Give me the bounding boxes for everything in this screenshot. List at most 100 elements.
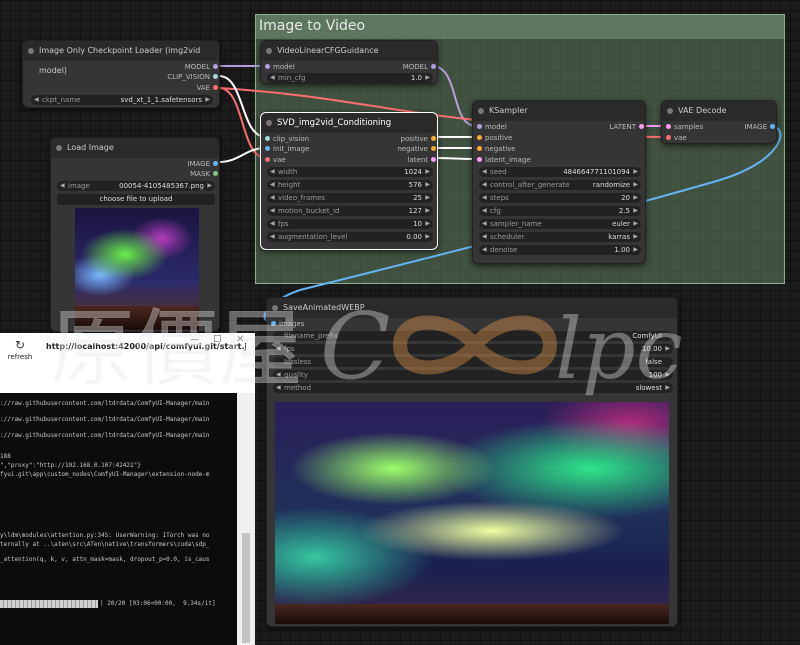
- browser-toolbar: ↻ refresh http://localhost:42000/api/com…: [0, 333, 255, 393]
- arrow-right-icon: ▶: [633, 233, 638, 240]
- node-title: VideoLinearCFGGuidance: [277, 46, 379, 55]
- output-positive[interactable]: positive: [401, 134, 436, 144]
- arrow-left-icon: ◀: [482, 207, 487, 214]
- console-line: ://raw.githubusercontent.com/ltdrdata/Co…: [0, 400, 210, 407]
- output-latent[interactable]: LATENT: [609, 122, 644, 132]
- arrow-left-icon: ◀: [482, 181, 487, 188]
- output-image[interactable]: IMAGE: [187, 159, 218, 169]
- output-model[interactable]: MODEL: [403, 62, 436, 72]
- arrow-left-icon: ◀: [270, 233, 275, 240]
- motion-bucket-number[interactable]: ◀ motion_bucket_id 127 ▶: [267, 206, 433, 216]
- cfg-number[interactable]: ◀ cfg 2.5 ▶: [479, 206, 641, 216]
- maximize-icon[interactable]: □: [213, 334, 222, 344]
- arrow-left-icon: ◀: [270, 181, 275, 188]
- node-load-image[interactable]: Load Image IMAGE MASK ◀ image 00054-410548…: [50, 137, 220, 332]
- arrow-right-icon: ▶: [425, 181, 430, 188]
- node-title: KSampler: [489, 106, 528, 115]
- input-init-image[interactable]: init_image: [265, 144, 309, 154]
- console-scrollbar[interactable]: [237, 393, 255, 645]
- console-output: ://raw.githubusercontent.com/ltdrdata/Co…: [0, 393, 237, 645]
- output-negative[interactable]: negative: [397, 144, 436, 154]
- arrow-left-icon: ◀: [482, 168, 487, 175]
- node-ksampler[interactable]: KSampler model positive negative latent_…: [472, 100, 646, 264]
- output-image[interactable]: IMAGE: [744, 122, 775, 132]
- progress-bar: [0, 600, 98, 608]
- node-save-animated-webp[interactable]: SaveAnimatedWEBP images filename_prefix C…: [266, 297, 678, 627]
- input-vae[interactable]: vae: [666, 133, 687, 143]
- augmentation-level-number[interactable]: ◀ augmentation_level 0.00 ▶: [267, 232, 433, 242]
- output-model[interactable]: MODEL: [185, 62, 218, 72]
- denoise-number[interactable]: ◀ denoise 1.00 ▶: [479, 245, 641, 255]
- scrollbar-thumb[interactable]: [242, 533, 250, 643]
- output-vae[interactable]: VAE: [196, 83, 218, 93]
- input-negative[interactable]: negative: [477, 144, 516, 154]
- input-samples[interactable]: samples: [666, 122, 703, 132]
- arrow-right-icon: ▶: [425, 194, 430, 201]
- fps-number[interactable]: ◀ fps 10.00 ▶: [273, 344, 673, 354]
- control-after-generate-combo[interactable]: ◀ control_after_generate randomize ▶: [479, 180, 641, 190]
- input-image-preview: [75, 208, 199, 330]
- node-title: Load Image: [67, 143, 114, 152]
- node-canvas[interactable]: Image to Video Image Only Checkpoint Loa…: [0, 0, 800, 645]
- input-images[interactable]: images: [271, 319, 304, 329]
- image-file-combo[interactable]: ◀ image 00054-4105485367.png ▶: [57, 181, 215, 191]
- input-model[interactable]: model: [265, 62, 295, 72]
- input-vae[interactable]: vae: [265, 155, 286, 165]
- console-line: _attention(q, k, v, attn_mask=mask, drop…: [0, 556, 210, 563]
- refresh-button[interactable]: ↻ refresh: [6, 337, 34, 361]
- arrow-right-icon: ▶: [207, 182, 212, 189]
- arrow-right-icon: ▶: [633, 220, 638, 227]
- input-clip-vision[interactable]: clip_vision: [265, 134, 309, 144]
- console-line: 188: [0, 453, 11, 460]
- width-number[interactable]: ◀ width 1024 ▶: [267, 167, 433, 177]
- arrow-right-icon: ▶: [665, 345, 670, 352]
- fps-number[interactable]: ◀ fps 10 ▶: [267, 219, 433, 229]
- arrow-right-icon: ▶: [665, 384, 670, 391]
- browser-window: ↻ refresh http://localhost:42000/api/com…: [0, 333, 255, 645]
- arrow-left-icon: ◀: [482, 233, 487, 240]
- output-clip-vision[interactable]: CLIP_VISION: [167, 72, 218, 82]
- node-svd-conditioning[interactable]: SVD_img2vid_Conditioning clip_vision ini…: [260, 112, 438, 250]
- arrow-right-icon: ▶: [425, 220, 430, 227]
- arrow-left-icon: ◀: [270, 207, 275, 214]
- arrow-right-icon: ▶: [425, 233, 430, 240]
- input-model[interactable]: model: [477, 122, 507, 132]
- refresh-icon: ↻: [14, 338, 26, 352]
- video-frames-number[interactable]: ◀ video_frames 25 ▶: [267, 193, 433, 203]
- input-latent-image[interactable]: latent_image: [477, 155, 531, 165]
- node-title: SVD_img2vid_Conditioning: [277, 118, 392, 128]
- arrow-right-icon: ▶: [425, 74, 430, 81]
- minimize-icon[interactable]: —: [190, 335, 199, 345]
- steps-number[interactable]: ◀ steps 20 ▶: [479, 193, 641, 203]
- min-cfg-number[interactable]: ◀ min_cfg 1.0 ▶: [267, 73, 433, 83]
- arrow-left-icon: ◀: [270, 74, 275, 81]
- progress-text: | 20/20 [03:06<00:00, 9.34s/it]: [100, 600, 216, 607]
- output-mask[interactable]: MASK: [190, 169, 218, 179]
- console-line: ","proxy":"http://192.168.0.107:42421"}: [0, 462, 141, 469]
- input-positive[interactable]: positive: [477, 133, 512, 143]
- upload-button[interactable]: choose file to upload: [57, 194, 215, 205]
- lossless-toggle[interactable]: lossless false: [273, 357, 673, 367]
- method-combo[interactable]: ◀ method slowest ▶: [273, 383, 673, 393]
- scheduler-combo[interactable]: ◀ scheduler karras ▶: [479, 232, 641, 242]
- node-vae-decode[interactable]: VAE Decode samples vae IMAGE: [661, 100, 777, 144]
- arrow-left-icon: ◀: [60, 182, 65, 189]
- node-cfg-guidance[interactable]: VideoLinearCFGGuidance model MODEL ◀ min_…: [260, 40, 438, 84]
- filename-prefix-text[interactable]: filename_prefix ComfyUI: [273, 331, 673, 341]
- arrow-left-icon: ◀: [482, 246, 487, 253]
- refresh-label: refresh: [7, 353, 33, 361]
- output-latent[interactable]: latent: [408, 155, 436, 165]
- sampler-name-combo[interactable]: ◀ sampler_name euler ▶: [479, 219, 641, 229]
- height-number[interactable]: ◀ height 576 ▶: [267, 180, 433, 190]
- arrow-right-icon: ▶: [425, 207, 430, 214]
- quality-number[interactable]: ◀ quality 100 ▶: [273, 370, 673, 380]
- seed-number[interactable]: ◀ seed 484664771101094 ▶: [479, 167, 641, 177]
- arrow-right-icon: ▶: [633, 181, 638, 188]
- arrow-right-icon: ▶: [205, 96, 210, 103]
- ckpt-name-combo[interactable]: ◀ ckpt_name svd_xt_1_1.safetensors ▶: [31, 95, 213, 105]
- console-line: ternally at ..\aten\src\ATen\native\tran…: [0, 541, 210, 548]
- console-line: fyui.git\app\custom_nodes\ComfyUI-Manage…: [0, 471, 210, 478]
- console-line: ://raw.githubusercontent.com/ltdrdata/Co…: [0, 432, 210, 439]
- node-checkpoint-loader[interactable]: Image Only Checkpoint Loader (img2vid mo…: [22, 40, 220, 108]
- close-icon[interactable]: ✕: [236, 334, 244, 345]
